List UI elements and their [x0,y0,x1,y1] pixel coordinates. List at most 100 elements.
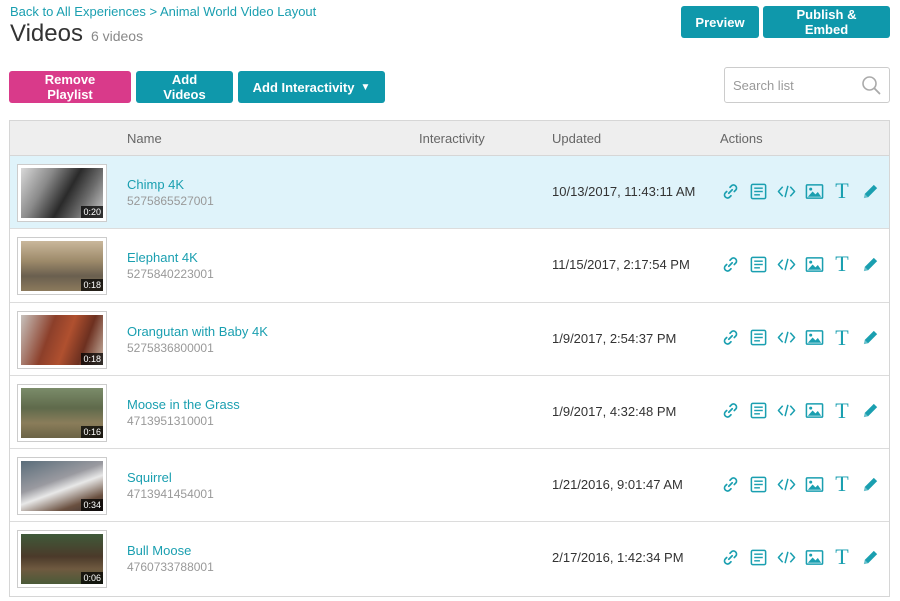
search-box[interactable] [724,67,890,103]
video-duration: 0:20 [81,206,103,218]
document-icon[interactable] [748,546,768,568]
code-icon[interactable] [776,546,796,568]
table-row[interactable]: 0:20 Chimp 4K 5275865527001 10/13/2017, 11:… [10,156,889,230]
code-icon[interactable] [776,180,796,202]
add-videos-button[interactable]: Add Videos [136,71,233,103]
breadcrumb[interactable]: Back to All Experiences > Animal World V… [10,4,316,19]
document-icon[interactable] [748,180,768,202]
text-icon[interactable]: T [832,399,852,422]
row-actions: T [720,326,880,349]
breadcrumb-link[interactable]: Back to All Experiences > Animal World V… [10,4,316,19]
publish-embed-button[interactable]: Publish & Embed [763,6,890,38]
row-actions: T [720,546,880,568]
updated-date: 1/21/2016, 9:01:47 AM [552,477,683,493]
table-row[interactable]: 0:16 Moose in the Grass 4713951310001 1/9/2… [10,375,889,450]
title-row: Videos 6 videos [10,20,143,48]
text-icon[interactable]: T [832,546,852,568]
link-icon[interactable] [720,473,740,495]
link-icon[interactable] [720,253,740,275]
video-name-link[interactable]: Squirrel [127,470,214,485]
video-name-link[interactable]: Bull Moose [127,543,214,558]
code-icon[interactable] [776,327,796,349]
toolbar: Remove Playlist Add Videos Add Interacti… [9,71,385,103]
document-icon[interactable] [748,327,768,349]
pencil-icon[interactable] [860,473,880,495]
text-icon[interactable]: T [832,326,852,349]
code-icon[interactable] [776,400,796,422]
text-icon[interactable]: T [832,253,852,275]
updated-date: 1/9/2017, 4:32:48 PM [552,403,677,419]
image-icon[interactable] [804,473,824,495]
row-actions: T [720,399,880,422]
thumbnail-image: 0:20 [21,168,103,218]
row-actions: T [720,253,880,275]
video-thumbnail[interactable]: 0:20 [17,164,107,222]
link-icon[interactable] [720,546,740,568]
video-thumbnail[interactable]: 0:18 [17,237,107,296]
video-thumbnail[interactable]: 0:16 [17,383,107,442]
table-row[interactable]: 0:06 Bull Moose 4760733788001 2/17/2016, 1:… [10,522,889,596]
video-thumbnail[interactable]: 0:06 [17,530,107,589]
table-header: Name Interactivity Updated Actions [10,121,889,156]
video-name-link[interactable]: Elephant 4K [127,250,214,265]
video-thumbnail[interactable]: 0:34 [17,457,107,516]
code-icon[interactable] [776,253,796,275]
code-icon[interactable] [776,473,796,495]
table-row[interactable]: 0:18 Orangutan with Baby 4K 5275836800001 1… [10,302,889,376]
thumbnail-image: 0:18 [21,314,103,365]
pencil-icon[interactable] [860,327,880,349]
video-id: 4760733788001 [127,560,214,575]
video-duration: 0:06 [81,572,103,585]
thumbnail-image: 0:34 [21,461,103,512]
document-icon[interactable] [748,400,768,422]
image-icon[interactable] [804,327,824,349]
video-name-link[interactable]: Moose in the Grass [127,397,240,412]
table-row[interactable]: 0:34 Squirrel 4713941454001 1/21/2016, 9:01… [10,449,889,523]
image-icon[interactable] [804,180,824,202]
table-body: 0:20 Chimp 4K 5275865527001 10/13/2017, 11:… [10,156,889,596]
top-actions: Preview Publish & Embed [681,6,890,38]
name-cell: Orangutan with Baby 4K 5275836800001 [127,324,268,355]
image-icon[interactable] [804,546,824,568]
video-count: 6 videos [90,28,144,44]
pencil-icon[interactable] [860,400,880,422]
text-icon[interactable]: T [832,180,852,202]
video-thumbnail[interactable]: 0:18 [17,310,107,369]
document-icon[interactable] [748,253,768,275]
add-interactivity-button[interactable]: Add Interactivity ▼ [238,71,385,103]
pencil-icon[interactable] [860,180,880,202]
link-icon[interactable] [720,327,740,349]
row-actions: T [720,473,880,495]
video-name-link[interactable]: Orangutan with Baby 4K [127,324,268,339]
search-icon[interactable] [861,75,881,95]
text-icon[interactable]: T [832,473,852,495]
pencil-icon[interactable] [860,253,880,275]
pencil-icon[interactable] [860,546,880,568]
video-duration: 0:18 [81,352,103,365]
document-icon[interactable] [748,473,768,495]
caret-down-icon: ▼ [360,81,371,93]
link-icon[interactable] [720,400,740,422]
image-icon[interactable] [804,400,824,422]
column-header-name[interactable]: Name [127,131,162,146]
add-interactivity-label: Add Interactivity [252,79,355,95]
updated-date: 10/13/2017, 11:43:11 AM [552,184,696,199]
video-id: 5275836800001 [127,340,214,355]
remove-playlist-button[interactable]: Remove Playlist [9,71,131,103]
column-header-interactivity[interactable]: Interactivity [419,131,485,146]
video-id: 4713951310001 [127,413,214,428]
video-id: 5275840223001 [127,267,214,282]
image-icon[interactable] [804,253,824,275]
table-row[interactable]: 0:18 Elephant 4K 5275840223001 11/15/2017, … [10,229,889,303]
search-input[interactable] [733,77,861,93]
preview-button[interactable]: Preview [681,6,759,38]
video-name-link[interactable]: Chimp 4K [127,177,214,192]
row-actions: T [720,180,880,202]
updated-date: 2/17/2016, 1:42:34 PM [552,550,684,566]
video-id: 4713941454001 [127,487,214,502]
page-title: Videos [10,20,83,47]
link-icon[interactable] [720,180,740,202]
name-cell: Moose in the Grass 4713951310001 [127,397,240,428]
column-header-updated[interactable]: Updated [552,131,601,146]
video-duration: 0:18 [81,279,103,292]
